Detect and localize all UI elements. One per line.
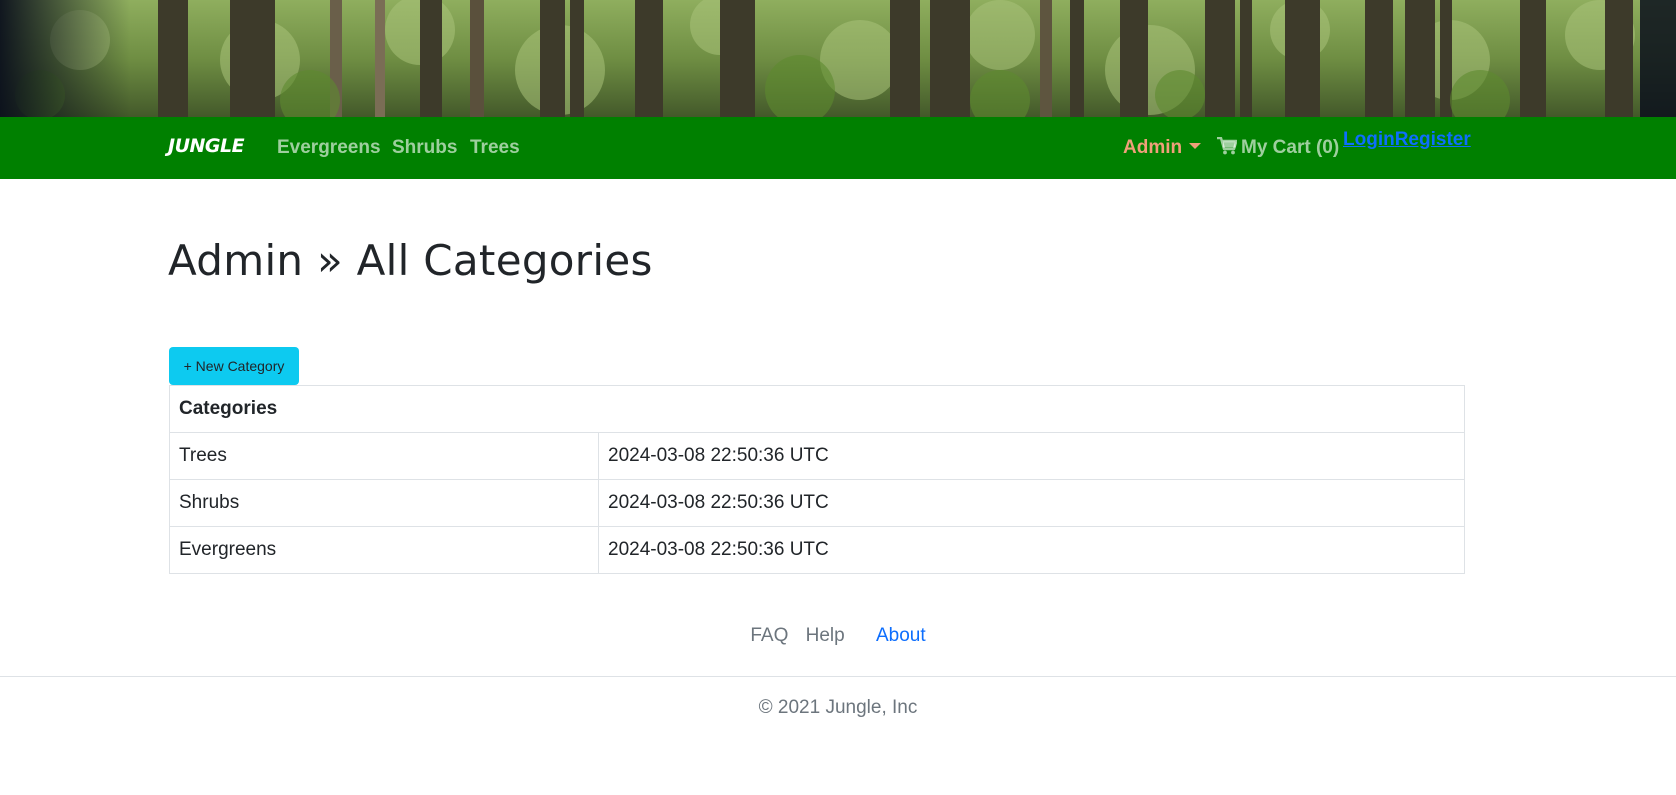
table-row: Shrubs 2024-03-08 22:50:36 UTC: [169, 479, 1465, 527]
footer-divider: [0, 676, 1676, 677]
footer-links: FAQ Help About: [0, 625, 1676, 647]
table-header: Categories: [169, 385, 1465, 433]
auth-links: LoginRegister: [1343, 129, 1471, 151]
category-created-at: 2024-03-08 22:50:36 UTC: [598, 432, 1465, 480]
category-created-at: 2024-03-08 22:50:36 UTC: [598, 479, 1465, 527]
nav-link-shrubs[interactable]: Shrubs: [392, 137, 457, 159]
category-name: Shrubs: [169, 479, 599, 527]
admin-dropdown-label: Admin: [1123, 137, 1183, 158]
forest-banner-image: [0, 0, 1676, 117]
shopping-cart-icon: [1217, 136, 1238, 155]
new-category-button[interactable]: + New Category: [169, 347, 299, 385]
footer-link-help[interactable]: Help: [806, 625, 845, 646]
table-header-row: Categories: [169, 385, 1465, 433]
category-created-at: 2024-03-08 22:50:36 UTC: [598, 526, 1465, 574]
categories-table: Categories Trees 2024-03-08 22:50:36 UTC…: [169, 385, 1465, 574]
main-navbar: JUNGLE Evergreens Shrubs Trees Admin My …: [0, 117, 1676, 179]
brand-logo[interactable]: JUNGLE: [168, 135, 245, 157]
footer-link-faq[interactable]: FAQ: [750, 625, 788, 646]
my-cart-label: My Cart (0): [1241, 137, 1340, 158]
footer-link-about[interactable]: About: [876, 625, 926, 646]
table-row: Evergreens 2024-03-08 22:50:36 UTC: [169, 526, 1465, 574]
table-row: Trees 2024-03-08 22:50:36 UTC: [169, 432, 1465, 480]
admin-dropdown[interactable]: Admin: [1123, 137, 1202, 159]
my-cart-link[interactable]: My Cart (0): [1217, 136, 1340, 159]
category-name: Trees: [169, 432, 599, 480]
page-title: Admin » All Categories: [168, 236, 653, 285]
category-name: Evergreens: [169, 526, 599, 574]
caret-down-icon: [1189, 143, 1202, 149]
nav-link-trees[interactable]: Trees: [470, 137, 520, 159]
nav-link-evergreens[interactable]: Evergreens: [277, 137, 381, 159]
login-link[interactable]: Login: [1343, 129, 1395, 150]
register-link[interactable]: Register: [1395, 129, 1471, 150]
copyright-text: © 2021 Jungle, Inc: [758, 697, 918, 718]
